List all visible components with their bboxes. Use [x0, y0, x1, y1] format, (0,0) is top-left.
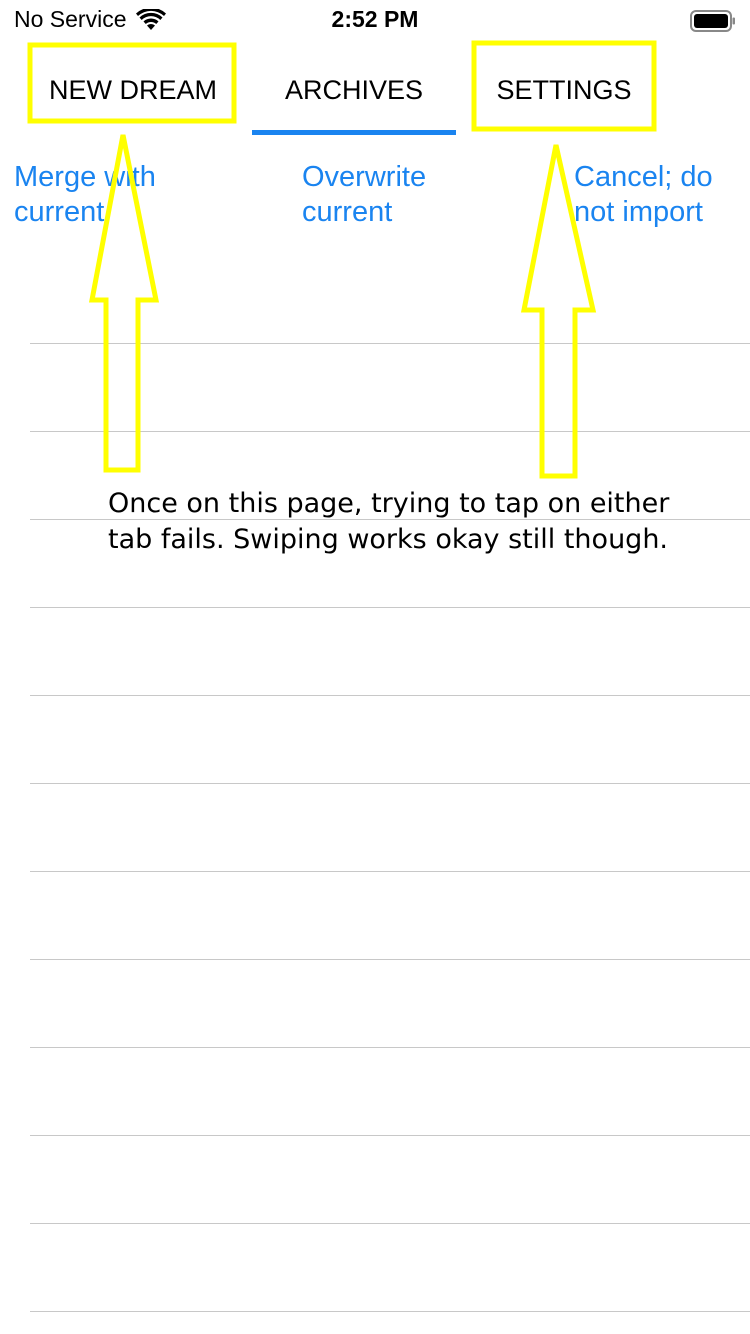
- table-row-separator: [30, 871, 750, 872]
- merge-with-current-button[interactable]: Merge with current: [14, 160, 214, 230]
- table-row-separator: [30, 1135, 750, 1136]
- table-row-separator: [30, 959, 750, 960]
- tab-selected-indicator: [252, 130, 456, 135]
- table-row-separator: [30, 431, 750, 432]
- overwrite-current-button[interactable]: Overwrite current: [302, 160, 502, 230]
- status-time: 2:52 PM: [331, 6, 419, 32]
- table-row-separator: [30, 1311, 750, 1312]
- app-screen: No Service 2:52 PM NEW DREAM ARCHIVES SE…: [0, 0, 750, 1334]
- table-row-separator: [30, 1047, 750, 1048]
- table-row-separator: [30, 695, 750, 696]
- battery-icon: [690, 10, 735, 32]
- table-row-separator: [30, 783, 750, 784]
- table-row-separator: [30, 607, 750, 608]
- tab-new-dream-label: NEW DREAM: [49, 75, 217, 105]
- tab-new-dream[interactable]: NEW DREAM: [30, 70, 236, 110]
- annotation-note: Once on this page, trying to tap on eith…: [108, 488, 670, 555]
- tab-settings-label: SETTINGS: [496, 75, 632, 105]
- tab-archives[interactable]: ARCHIVES: [252, 70, 456, 110]
- tab-archives-label: ARCHIVES: [284, 75, 424, 105]
- cancel-import-button[interactable]: Cancel; do not import: [574, 160, 744, 230]
- table-row-separator: [30, 343, 750, 344]
- tab-settings[interactable]: SETTINGS: [472, 70, 656, 110]
- table-row-separator: [30, 1223, 750, 1224]
